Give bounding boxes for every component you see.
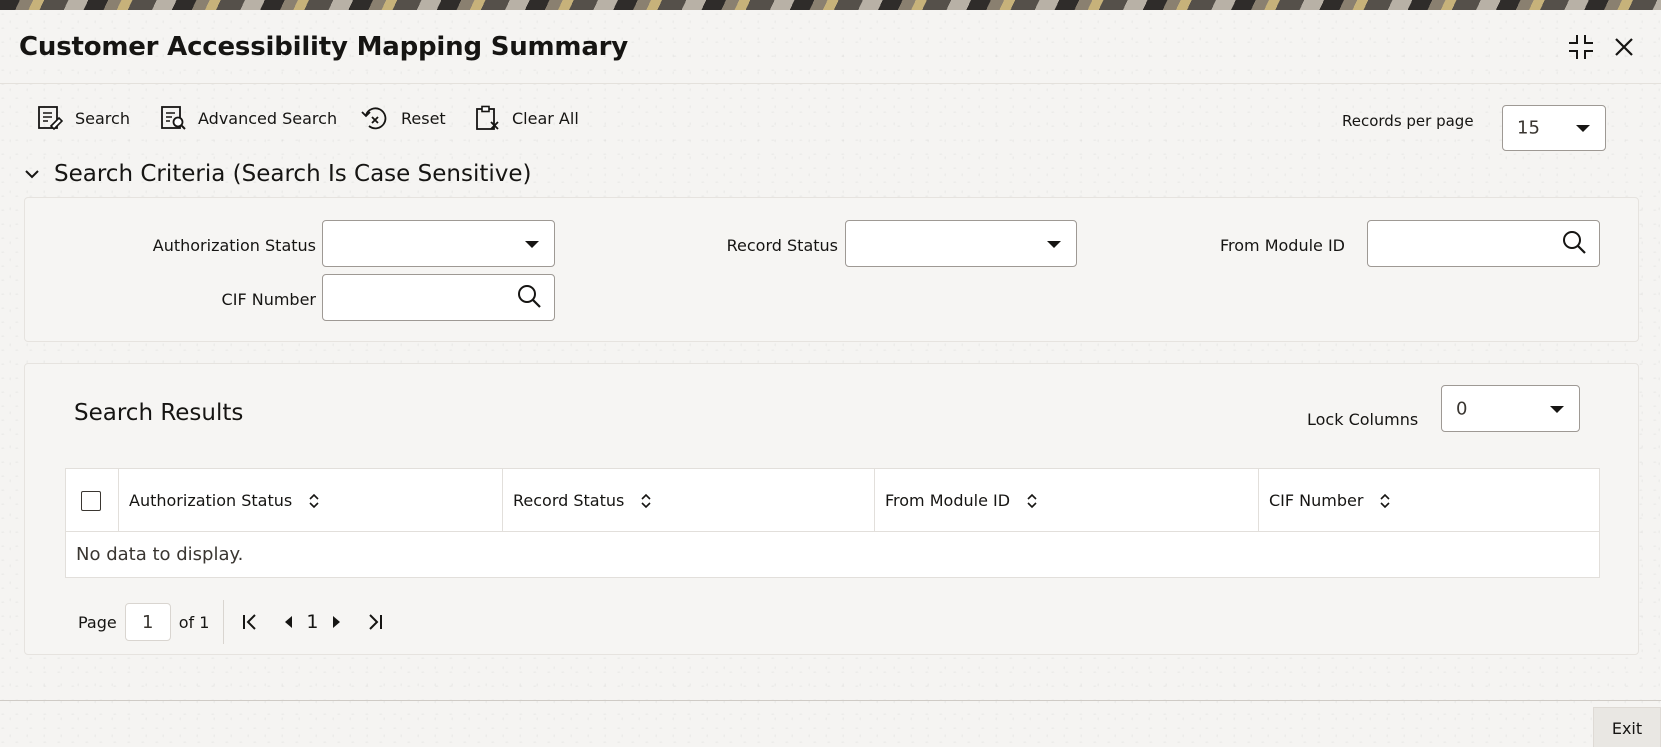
column-header-label: From Module ID xyxy=(885,491,1011,510)
compress-icon xyxy=(1569,35,1593,59)
last-page-icon xyxy=(368,614,382,630)
advanced-search-icon xyxy=(161,106,186,130)
page-total-label: of 1 xyxy=(178,612,210,632)
page-number-value: 1 xyxy=(142,611,154,633)
lock-columns-select[interactable]: 0 xyxy=(1441,385,1580,432)
authorization-status-label: Authorization Status xyxy=(152,236,316,255)
chevron-down-icon xyxy=(25,170,39,179)
cif-number-label: CIF Number xyxy=(221,290,316,309)
search-results-title: Search Results xyxy=(74,400,244,426)
column-header-label: Authorization Status xyxy=(129,491,293,510)
search-icon xyxy=(518,284,541,308)
first-page-button[interactable] xyxy=(238,607,262,637)
search-button[interactable]: Search xyxy=(37,104,130,132)
search-button-label: Search xyxy=(75,108,130,128)
empty-table-message: No data to display. xyxy=(76,544,244,565)
sort-icon xyxy=(309,493,319,508)
previous-page-button[interactable] xyxy=(276,607,300,637)
page-title: Customer Accessibility Mapping Summary xyxy=(19,32,629,62)
column-header-label: CIF Number xyxy=(1269,491,1364,510)
column-header-label: Record Status xyxy=(513,491,625,510)
column-header-cif-number[interactable]: CIF Number xyxy=(1269,469,1391,532)
caret-down-icon xyxy=(1550,405,1564,413)
exit-button[interactable]: Exit xyxy=(1593,707,1661,747)
reset-button-label: Reset xyxy=(401,108,446,128)
close-icon xyxy=(1615,38,1633,56)
sort-icon xyxy=(641,493,651,508)
records-per-page-label: Records per page xyxy=(1342,112,1474,130)
reset-icon xyxy=(361,107,387,130)
search-doc-icon xyxy=(38,106,63,131)
column-header-from-module-id[interactable]: From Module ID xyxy=(885,469,1038,532)
search-criteria-panel: Authorization Status Record Status From … xyxy=(24,197,1639,342)
sort-icon xyxy=(1027,493,1037,508)
column-divider xyxy=(874,469,875,532)
cif-number-lookup-button[interactable] xyxy=(516,283,542,313)
from-module-id-lookup-button[interactable] xyxy=(1561,229,1587,259)
column-divider xyxy=(1258,469,1259,532)
pagination-bar: Page 1 of 1 1 xyxy=(78,600,387,644)
clipboard-clear-icon xyxy=(476,105,499,130)
pagination-divider xyxy=(223,600,225,644)
records-per-page-select[interactable]: 15 xyxy=(1502,105,1606,151)
caret-left-icon xyxy=(285,616,293,628)
caret-down-icon xyxy=(1047,240,1061,248)
reset-button[interactable]: Reset xyxy=(361,104,446,132)
select-all-checkbox[interactable] xyxy=(81,491,101,511)
current-page-number: 1 xyxy=(306,611,319,633)
close-window-button[interactable] xyxy=(1609,32,1639,62)
advanced-search-button[interactable]: Advanced Search xyxy=(160,104,337,132)
cif-number-input[interactable] xyxy=(322,274,555,321)
clear-all-button-label: Clear All xyxy=(512,108,579,128)
search-criteria-toggle[interactable]: Search Criteria (Search Is Case Sensitiv… xyxy=(24,158,531,190)
table-header-row: Authorization Status Record Status From … xyxy=(66,469,1599,532)
advanced-search-button-label: Advanced Search xyxy=(198,108,338,128)
record-status-select[interactable] xyxy=(845,220,1077,267)
caret-down-icon xyxy=(525,240,539,248)
from-module-id-input[interactable] xyxy=(1367,220,1600,267)
clear-all-button[interactable]: Clear All xyxy=(474,104,579,132)
footer-divider xyxy=(0,700,1661,701)
lock-columns-label: Lock Columns xyxy=(1307,410,1419,429)
search-icon xyxy=(1563,230,1586,254)
column-header-record-status[interactable]: Record Status xyxy=(513,469,652,532)
records-per-page-value: 15 xyxy=(1517,117,1540,139)
minimize-window-button[interactable] xyxy=(1566,32,1596,62)
from-module-id-label: From Module ID xyxy=(1219,236,1345,255)
results-table: Authorization Status Record Status From … xyxy=(65,468,1600,578)
summary-window: Customer Accessibility Mapping Summary S… xyxy=(0,10,1661,747)
last-page-button[interactable] xyxy=(363,607,387,637)
record-status-label: Record Status xyxy=(726,236,838,255)
lock-columns-value: 0 xyxy=(1456,398,1468,419)
authorization-status-select[interactable] xyxy=(322,220,555,267)
toolbar: Search Advanced Search Reset Clear All R… xyxy=(0,90,1661,151)
caret-right-icon xyxy=(332,616,340,628)
column-divider xyxy=(118,469,119,532)
column-divider xyxy=(502,469,503,532)
sort-icon xyxy=(1380,493,1391,508)
column-header-authorization-status[interactable]: Authorization Status xyxy=(129,469,320,532)
page-label: Page xyxy=(78,612,117,632)
search-criteria-header: Search Criteria (Search Is Case Sensitiv… xyxy=(54,161,532,187)
top-decorative-strip xyxy=(0,0,1661,10)
caret-down-icon xyxy=(1576,125,1590,132)
first-page-icon xyxy=(243,614,257,630)
title-bar: Customer Accessibility Mapping Summary xyxy=(0,10,1661,84)
page-number-input[interactable]: 1 xyxy=(124,603,171,641)
next-page-button[interactable] xyxy=(325,607,349,637)
